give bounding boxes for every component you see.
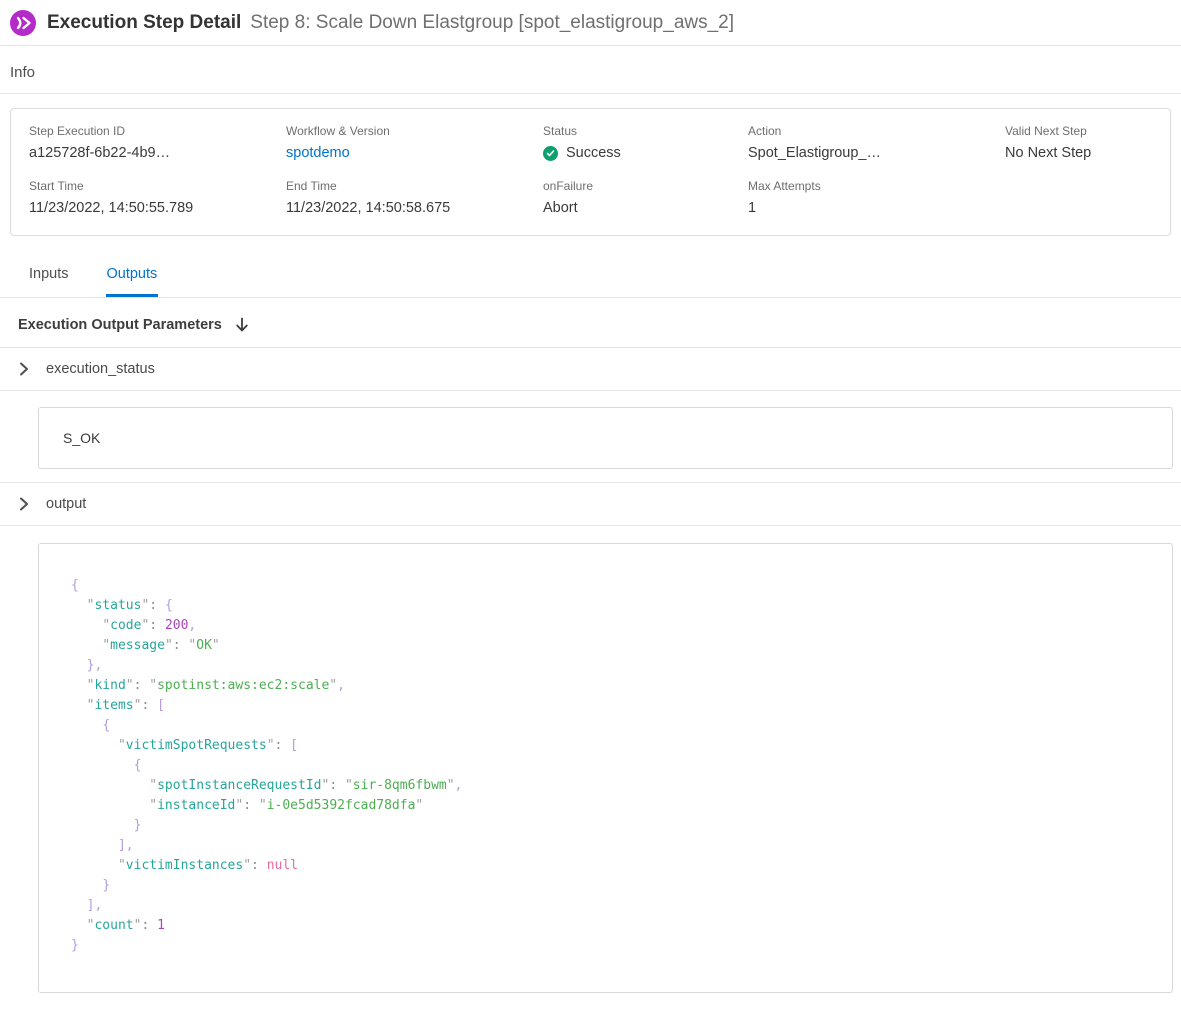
field-label: Action [748,124,1005,138]
success-check-icon [543,146,558,161]
status-badge: Success [543,145,748,161]
section-label: output [46,496,86,512]
chevron-right-icon[interactable] [19,362,29,376]
field-label: Step Execution ID [29,124,286,138]
field-valid-next-step: Valid Next Step No Next Step [1005,124,1152,161]
execution-status-value-box: S_OK [38,407,1173,469]
field-end-time: End Time 11/23/2022, 14:50:58.675 [286,179,543,216]
field-value: 11/23/2022, 14:50:55.789 [29,200,286,216]
field-value: Abort [543,200,748,216]
info-section-label: Info [0,46,1181,93]
page-subtitle: Step 8: Scale Down Elastgroup [spot_elas… [250,12,734,34]
field-onfailure: onFailure Abort [543,179,748,216]
section-label: execution_status [46,361,155,377]
field-value: 11/23/2022, 14:50:58.675 [286,200,543,216]
tab-inputs[interactable]: Inputs [28,262,70,297]
field-max-attempts: Max Attempts 1 [748,179,1005,216]
app-logo-icon [10,10,36,36]
status-text: Success [566,145,621,161]
field-value: Spot_Elastigroup_… [748,145,1005,161]
page-title: Execution Step Detail [47,12,241,34]
workflow-link[interactable]: spotdemo [286,145,543,161]
output-parameters-header: Execution Output Parameters [0,298,1181,348]
field-label: Start Time [29,179,286,193]
field-label: Status [543,124,748,138]
arrow-down-icon[interactable] [235,317,249,333]
field-empty [1005,179,1152,216]
field-step-execution-id: Step Execution ID a125728f-6b22-4b9… [29,124,286,161]
field-workflow-version: Workflow & Version spotdemo [286,124,543,161]
tabs-bar: Inputs Outputs [0,248,1181,298]
execution-status-value: S_OK [63,430,100,446]
info-card: Step Execution ID a125728f-6b22-4b9… Wor… [10,108,1171,236]
field-label: End Time [286,179,543,193]
field-label: onFailure [543,179,748,193]
tab-outputs[interactable]: Outputs [106,262,159,297]
field-start-time: Start Time 11/23/2022, 14:50:55.789 [29,179,286,216]
output-json-box: { "status": { "code": 200, "message": "O… [38,543,1173,993]
field-label: Max Attempts [748,179,1005,193]
field-action: Action Spot_Elastigroup_… [748,124,1005,161]
field-value: a125728f-6b22-4b9… [29,145,286,161]
field-label: Workflow & Version [286,124,543,138]
field-status: Status Success [543,124,748,161]
field-label: Valid Next Step [1005,124,1152,138]
field-value: No Next Step [1005,145,1152,161]
chevron-right-icon[interactable] [19,497,29,511]
json-code: { "status": { "code": 200, "message": "O… [71,576,1148,956]
page-header: Execution Step Detail Step 8: Scale Down… [0,0,1181,46]
field-value: 1 [748,200,1005,216]
section-output[interactable]: output [0,482,1181,526]
output-parameters-title: Execution Output Parameters [18,317,222,333]
section-execution-status[interactable]: execution_status [0,348,1181,391]
